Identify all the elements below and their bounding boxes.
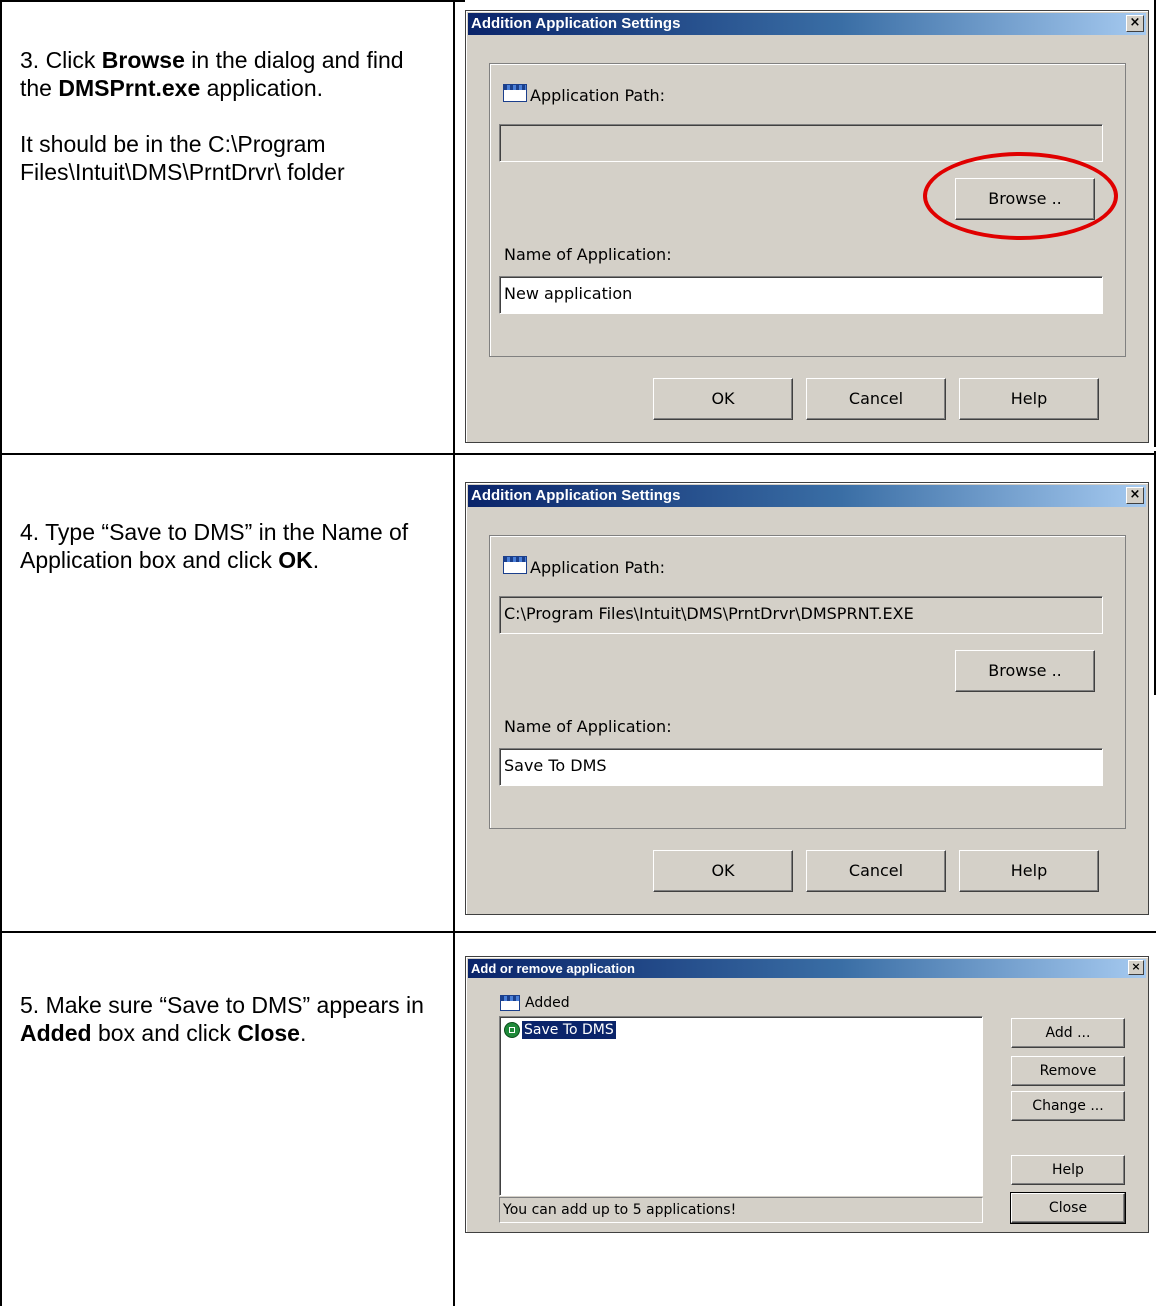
table-column-divider [453,0,455,1306]
added-label: Added [525,995,570,1011]
application-name-label: Name of Application: [504,245,672,264]
settings-dialog-filled: Addition Application Settings × Applicat… [465,482,1149,915]
table-left-border [0,0,2,1306]
help-button[interactable]: Help [959,850,1099,892]
step-3-instructions: 3. Click Browse in the dialog and find t… [20,46,440,214]
dialog-title: Addition Application Settings [471,487,681,504]
step-5-instructions: 5. Make sure “Save to DMS” appears in Ad… [20,991,440,1075]
window-icon [503,556,527,574]
list-item[interactable]: Save To DMS [522,1021,616,1039]
dialog-title: Add or remove application [471,961,635,976]
cancel-button[interactable]: Cancel [806,850,946,892]
settings-dialog-empty: Addition Application Settings × Applicat… [465,10,1149,443]
close-icon[interactable]: × [1128,960,1144,975]
status-message: You can add up to 5 applications! [499,1197,983,1223]
step-4-instructions: 4. Type “Save to DMS” in the Name of App… [20,518,440,602]
help-button[interactable]: Help [959,378,1099,420]
ok-button[interactable]: OK [653,850,793,892]
window-icon [500,995,520,1011]
application-name-input[interactable]: Save To DMS [499,748,1103,786]
browse-highlight-circle [923,152,1118,240]
table-row-divider [0,453,1156,455]
application-path-field[interactable]: C:\Program Files\Intuit\DMS\PrntDrvr\DMS… [499,596,1103,634]
cancel-button[interactable]: Cancel [806,378,946,420]
close-icon[interactable]: × [1126,15,1144,32]
help-button[interactable]: Help [1011,1155,1125,1185]
close-button[interactable]: Close [1010,1192,1126,1224]
application-path-label: Application Path: [530,86,666,105]
application-name-input[interactable]: New application [499,276,1103,314]
table-top-border [0,0,465,2]
added-applications-list[interactable]: Save To DMS [499,1016,983,1196]
application-name-label: Name of Application: [504,717,672,736]
step-5-text: 5. Make sure “Save to DMS” appears in Ad… [20,992,424,1046]
browse-button[interactable]: Browse .. [955,650,1095,692]
step-3-path-note: It should be in the C:\Program Files\Int… [20,131,345,185]
dialog-title-bar: Addition Application Settings × [468,13,1146,35]
ok-button[interactable]: OK [653,378,793,420]
application-icon [504,1022,520,1038]
remove-button[interactable]: Remove [1011,1056,1125,1086]
dialog-title-bar: Add or remove application × [468,959,1146,978]
dialog-title-bar: Addition Application Settings × [468,485,1146,507]
add-remove-dialog: Add or remove application × Added Save T… [465,956,1149,1233]
change-button[interactable]: Change ... [1011,1091,1125,1121]
add-button[interactable]: Add ... [1011,1018,1125,1048]
table-row-divider [0,931,1156,933]
window-icon [503,84,527,102]
step-3-text: 3. Click Browse in the dialog and find t… [20,47,404,101]
dialog-title: Addition Application Settings [471,15,681,32]
close-icon[interactable]: × [1126,487,1144,504]
application-path-label: Application Path: [530,558,666,577]
step-4-text: 4. Type “Save to DMS” in the Name of App… [20,519,409,573]
